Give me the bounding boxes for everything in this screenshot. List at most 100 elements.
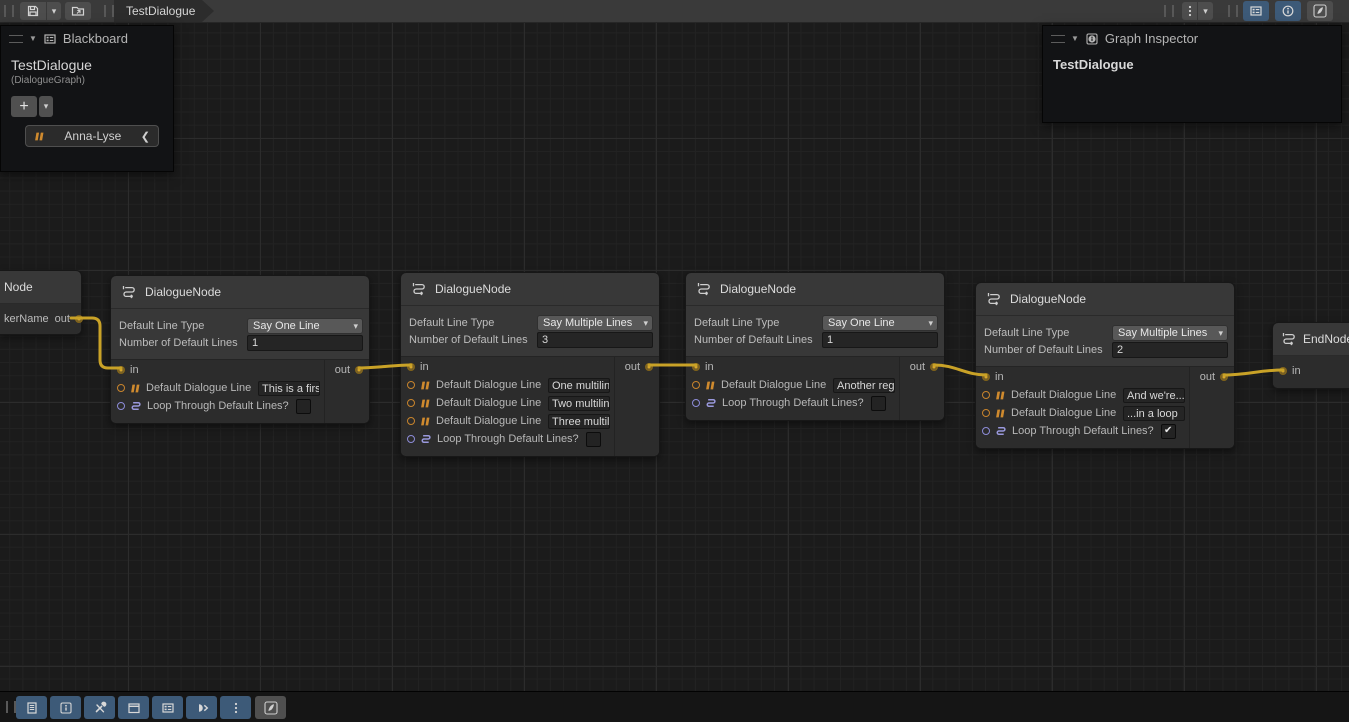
toolbar-drag-handle[interactable] — [4, 5, 14, 17]
port-label: Default Dialogue Line — [146, 382, 253, 394]
collapse-chevron-icon[interactable]: ❮ — [141, 130, 150, 143]
dialogue-line-field[interactable]: And we're... — [1123, 388, 1185, 403]
toggle-console-button[interactable] — [16, 696, 47, 719]
add-property-dropdown-button[interactable]: ▾ — [39, 96, 53, 117]
dialogue-line-port[interactable] — [982, 391, 990, 399]
loop-port[interactable] — [117, 402, 125, 410]
port-label: Loop Through Default Lines? — [1012, 425, 1154, 437]
toggle-window-button[interactable] — [118, 696, 149, 719]
dialogue-line-field[interactable]: ...in a loop — [1123, 406, 1185, 421]
line-count-field[interactable]: 1 — [247, 335, 363, 351]
dialogue-node-4[interactable]: DialogueNode Default Line Type Say Multi… — [975, 282, 1235, 449]
tab-testdialogue[interactable]: TestDialogue — [114, 0, 214, 22]
kebab-menu-icon — [1183, 4, 1197, 18]
dialogue-flow-icon — [696, 281, 712, 297]
out-port-label: out — [625, 361, 640, 373]
dialogue-line-field[interactable]: Two multiline — [548, 396, 610, 411]
collapse-triangle-icon[interactable]: ▼ — [29, 34, 37, 43]
blackboard-icon — [1249, 4, 1263, 18]
drag-grip-icon[interactable] — [9, 35, 23, 43]
dialogue-line-port[interactable] — [982, 409, 990, 417]
line-type-dropdown[interactable]: Say One Line▾ — [247, 318, 363, 334]
dropdown-value: Say One Line — [828, 317, 895, 329]
dialogue-line-port[interactable] — [692, 381, 700, 389]
blackboard-header[interactable]: ▼ Blackboard — [1, 26, 173, 49]
quote-icon — [995, 390, 1006, 401]
loop-icon — [130, 400, 142, 412]
line-count-field[interactable]: 2 — [1112, 342, 1228, 358]
dialogue-line-field[interactable]: Three multilin — [548, 414, 610, 429]
out-port-label: out — [1200, 371, 1215, 383]
speaker-node[interactable]: Node kerName out — [0, 270, 82, 335]
quote-icon — [705, 380, 716, 391]
caret-down-icon: ▾ — [643, 316, 648, 331]
loop-port[interactable] — [407, 435, 415, 443]
toggle-graph-inspector-button[interactable] — [1275, 1, 1301, 21]
property-name-label: Anna-Lyse — [51, 129, 135, 143]
dialogue-node-2[interactable]: DialogueNode Default Line Type Say Multi… — [400, 272, 660, 457]
save-dropdown-button[interactable]: ▾ — [47, 2, 61, 20]
more-options-button[interactable] — [220, 696, 251, 719]
caret-down-icon: ▾ — [1203, 7, 1208, 16]
port-label: Default Dialogue Line 1 — [1011, 389, 1118, 401]
dialogue-line-port[interactable] — [117, 384, 125, 392]
dialogue-line-port[interactable] — [407, 417, 415, 425]
drag-grip-icon[interactable] — [1051, 35, 1065, 43]
line-type-dropdown[interactable]: Say Multiple Lines▾ — [537, 315, 653, 331]
line-count-field[interactable]: 1 — [822, 332, 938, 348]
field-label: Number of Default Lines — [984, 344, 1112, 356]
toggle-inspector-button[interactable] — [50, 696, 81, 719]
save-button[interactable] — [20, 2, 46, 20]
add-property-button[interactable]: + — [11, 96, 37, 117]
port-label: Loop Through Default Lines? — [147, 400, 289, 412]
port-label: Default Dialogue Line 1 — [436, 379, 543, 391]
options-dropdown-button[interactable]: ▾ — [1198, 2, 1213, 20]
loop-port[interactable] — [692, 399, 700, 407]
toggle-blackboard-button[interactable] — [1243, 1, 1269, 21]
toolbar-drag-handle[interactable] — [1228, 5, 1238, 17]
blackboard-asset-title[interactable]: TestDialogue — [1, 49, 173, 73]
loop-checkbox[interactable]: ✔ — [1161, 424, 1176, 439]
loop-checkbox[interactable] — [296, 399, 311, 414]
dialogue-node-1[interactable]: DialogueNode Default Line Type Say One L… — [110, 275, 370, 424]
toggle-blackboard-button[interactable] — [152, 696, 183, 719]
toggle-playthrough-button[interactable] — [186, 696, 217, 719]
dialogue-line-field[interactable]: This is a first — [258, 381, 320, 396]
collapse-triangle-icon[interactable]: ▼ — [1071, 34, 1079, 43]
toolbar-drag-handle[interactable] — [104, 5, 114, 17]
kebab-menu-icon — [229, 701, 243, 715]
node-title-label: DialogueNode — [435, 282, 511, 296]
quill-icon — [263, 700, 279, 716]
line-type-dropdown[interactable]: Say Multiple Lines▾ — [1112, 325, 1228, 341]
end-node[interactable]: EndNode in — [1272, 322, 1349, 389]
graph-inspector-header-label: Graph Inspector — [1105, 31, 1198, 46]
graph-inspector-header[interactable]: ▼ Graph Inspector — [1043, 26, 1341, 49]
options-menu-button[interactable] — [1182, 2, 1197, 20]
toolbar-drag-handle[interactable] — [1164, 5, 1174, 17]
line-type-dropdown[interactable]: Say One Line▾ — [822, 315, 938, 331]
dialogue-line-field[interactable]: One multiline — [548, 378, 610, 393]
blackboard-property-anna-lyse[interactable]: Anna-Lyse ❮ — [25, 125, 159, 147]
caret-down-icon: ▾ — [1218, 326, 1223, 341]
out-port-label: out — [335, 364, 350, 376]
loop-checkbox[interactable] — [871, 396, 886, 411]
dialogue-line-field[interactable]: Another regu — [833, 378, 895, 393]
dialogue-line-port[interactable] — [407, 399, 415, 407]
field-label: Number of Default Lines — [409, 334, 537, 346]
toggle-preview-button[interactable] — [255, 696, 286, 719]
loop-checkbox[interactable] — [586, 432, 601, 447]
loop-port[interactable] — [982, 427, 990, 435]
line-count-field[interactable]: 3 — [537, 332, 653, 348]
field-label: Default Line Type — [409, 317, 537, 329]
out-port-label: out — [55, 313, 70, 325]
toggle-preview-button[interactable] — [1307, 1, 1333, 21]
dialogue-line-port[interactable] — [407, 381, 415, 389]
toggle-tools-button[interactable] — [84, 696, 115, 719]
open-asset-button[interactable] — [65, 2, 91, 20]
graph-inspector-panel: ▼ Graph Inspector TestDialogue — [1042, 25, 1342, 123]
toolbar-drag-handle[interactable] — [6, 701, 16, 713]
dialogue-node-3[interactable]: DialogueNode Default Line Type Say One L… — [685, 272, 945, 421]
quote-icon — [420, 398, 431, 409]
graph-inspector-selection-title: TestDialogue — [1043, 49, 1341, 72]
field-label: Number of Default Lines — [119, 337, 247, 349]
